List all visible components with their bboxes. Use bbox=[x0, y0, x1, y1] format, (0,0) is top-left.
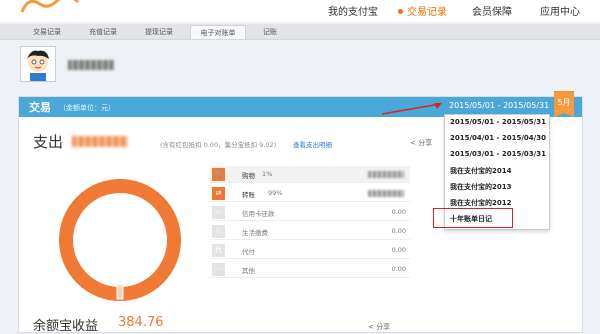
tab-e-statement[interactable]: 电子对账单 bbox=[190, 25, 246, 39]
nav-transactions-label: 交易记录 bbox=[407, 7, 447, 18]
month-badge: 5月 bbox=[554, 91, 574, 117]
category-label: 代付 bbox=[242, 248, 255, 256]
category-label: 其他 bbox=[242, 267, 255, 275]
category-label: 转账 bbox=[242, 191, 255, 199]
nav-my-alipay[interactable]: 我的支付宝 bbox=[328, 3, 378, 18]
sub-navbar: 交易记录 充值记录 提现记录 电子对账单 记账 bbox=[0, 24, 600, 40]
alipay-logo[interactable] bbox=[18, 0, 88, 18]
avatar[interactable] bbox=[20, 46, 56, 82]
dropdown-item-2015-05[interactable]: 2015/05/01 - 2015/05/31 bbox=[450, 118, 546, 126]
active-dot-icon bbox=[398, 9, 403, 14]
share-icon: < bbox=[368, 323, 374, 331]
bottom-share-button[interactable]: < 分享 bbox=[368, 322, 390, 332]
expense-donut-chart bbox=[59, 179, 181, 301]
date-range-selector[interactable]: 2015/05/01 - 2015/05/31 bbox=[449, 101, 549, 110]
avatar-cartoon-icon bbox=[27, 50, 49, 81]
cart-icon: 🛒 bbox=[212, 168, 225, 181]
category-pct: 1% bbox=[262, 170, 273, 178]
bottom-share-label: 分享 bbox=[376, 323, 391, 331]
category-label: 生活缴费 bbox=[242, 229, 268, 237]
category-amount: 0.00 bbox=[391, 208, 406, 216]
dropdown-item-2015-04[interactable]: 2015/04/01 - 2015/04/30 bbox=[450, 134, 546, 142]
share-button[interactable]: < 分享 bbox=[410, 138, 432, 148]
nav-member-protection[interactable]: 会员保障 bbox=[472, 3, 512, 18]
transfer-icon: ⇄ bbox=[212, 187, 225, 200]
tab-bookkeeping[interactable]: 记账 bbox=[252, 25, 288, 39]
red-arrow-icon bbox=[381, 103, 442, 115]
category-amount: 0.00 bbox=[391, 227, 406, 235]
share-label: 分享 bbox=[418, 139, 433, 147]
top-navbar: 我的支付宝 交易记录 会员保障 应用中心 bbox=[0, 0, 600, 22]
category-pct: 99% bbox=[268, 189, 283, 197]
tab-transaction-records[interactable]: 交易记录 bbox=[22, 25, 72, 39]
expense-note: (含有红包抵扣 0.00，集分宝抵扣 9.02) bbox=[160, 141, 277, 149]
dropdown-item-2012[interactable]: 我在支付宝的2012 bbox=[450, 198, 511, 208]
amount-redacted bbox=[368, 171, 404, 178]
nav-transactions[interactable]: 交易记录 bbox=[398, 3, 447, 18]
category-row-shopping[interactable]: 🛒 购物 1% bbox=[210, 166, 410, 183]
category-row-utilities[interactable]: ⚇ 生活缴费 0.00 bbox=[210, 223, 410, 240]
pay-for-icon: 代 bbox=[212, 244, 225, 257]
more-icon: ⋯ bbox=[212, 263, 225, 276]
share-icon: < bbox=[410, 139, 416, 147]
card-title: 交易 bbox=[29, 101, 51, 114]
amount-redacted bbox=[368, 190, 404, 197]
expense-detail-link[interactable]: 查看支出明细 bbox=[293, 139, 332, 149]
dropdown-item-2015-03[interactable]: 2015/03/01 - 2015/03/31 bbox=[450, 150, 546, 158]
category-amount: 0.00 bbox=[391, 265, 406, 273]
dropdown-item-2013[interactable]: 我在支付宝的2013 bbox=[450, 182, 511, 192]
category-row-other[interactable]: ⋯ 其他 0.00 bbox=[210, 261, 410, 278]
tab-recharge-records[interactable]: 充值记录 bbox=[78, 25, 128, 39]
dropdown-item-2014[interactable]: 我在支付宝的2014 bbox=[450, 166, 511, 176]
yuebao-earnings-label: 余额宝收益 bbox=[33, 319, 99, 334]
category-amount: 0.00 bbox=[391, 246, 406, 254]
nav-app-center[interactable]: 应用中心 bbox=[540, 3, 580, 18]
tab-withdraw-records[interactable]: 提现记录 bbox=[134, 25, 184, 39]
category-row-pay-for[interactable]: 代 代付 0.00 bbox=[210, 242, 410, 259]
category-row-credit-card[interactable]: ▭ 信用卡还款 0.00 bbox=[210, 204, 410, 221]
yuebao-earnings-amount: 384.76 bbox=[118, 315, 164, 330]
username-redacted bbox=[68, 60, 114, 70]
bill-icon: ⚇ bbox=[212, 225, 225, 238]
highlight-box bbox=[433, 208, 513, 228]
category-label: 信用卡还款 bbox=[242, 210, 275, 218]
donut-segment-shopping bbox=[116, 284, 124, 300]
category-label: 购物 bbox=[242, 172, 255, 180]
expense-label: 支出 bbox=[33, 133, 64, 151]
category-row-transfer[interactable]: ⇄ 转账 99% bbox=[210, 185, 410, 202]
expense-amount-redacted bbox=[72, 136, 128, 147]
donut-segment-transfer bbox=[59, 179, 181, 301]
card-icon: ▭ bbox=[212, 206, 225, 219]
card-subtitle: （金额单位：元） bbox=[59, 104, 115, 112]
